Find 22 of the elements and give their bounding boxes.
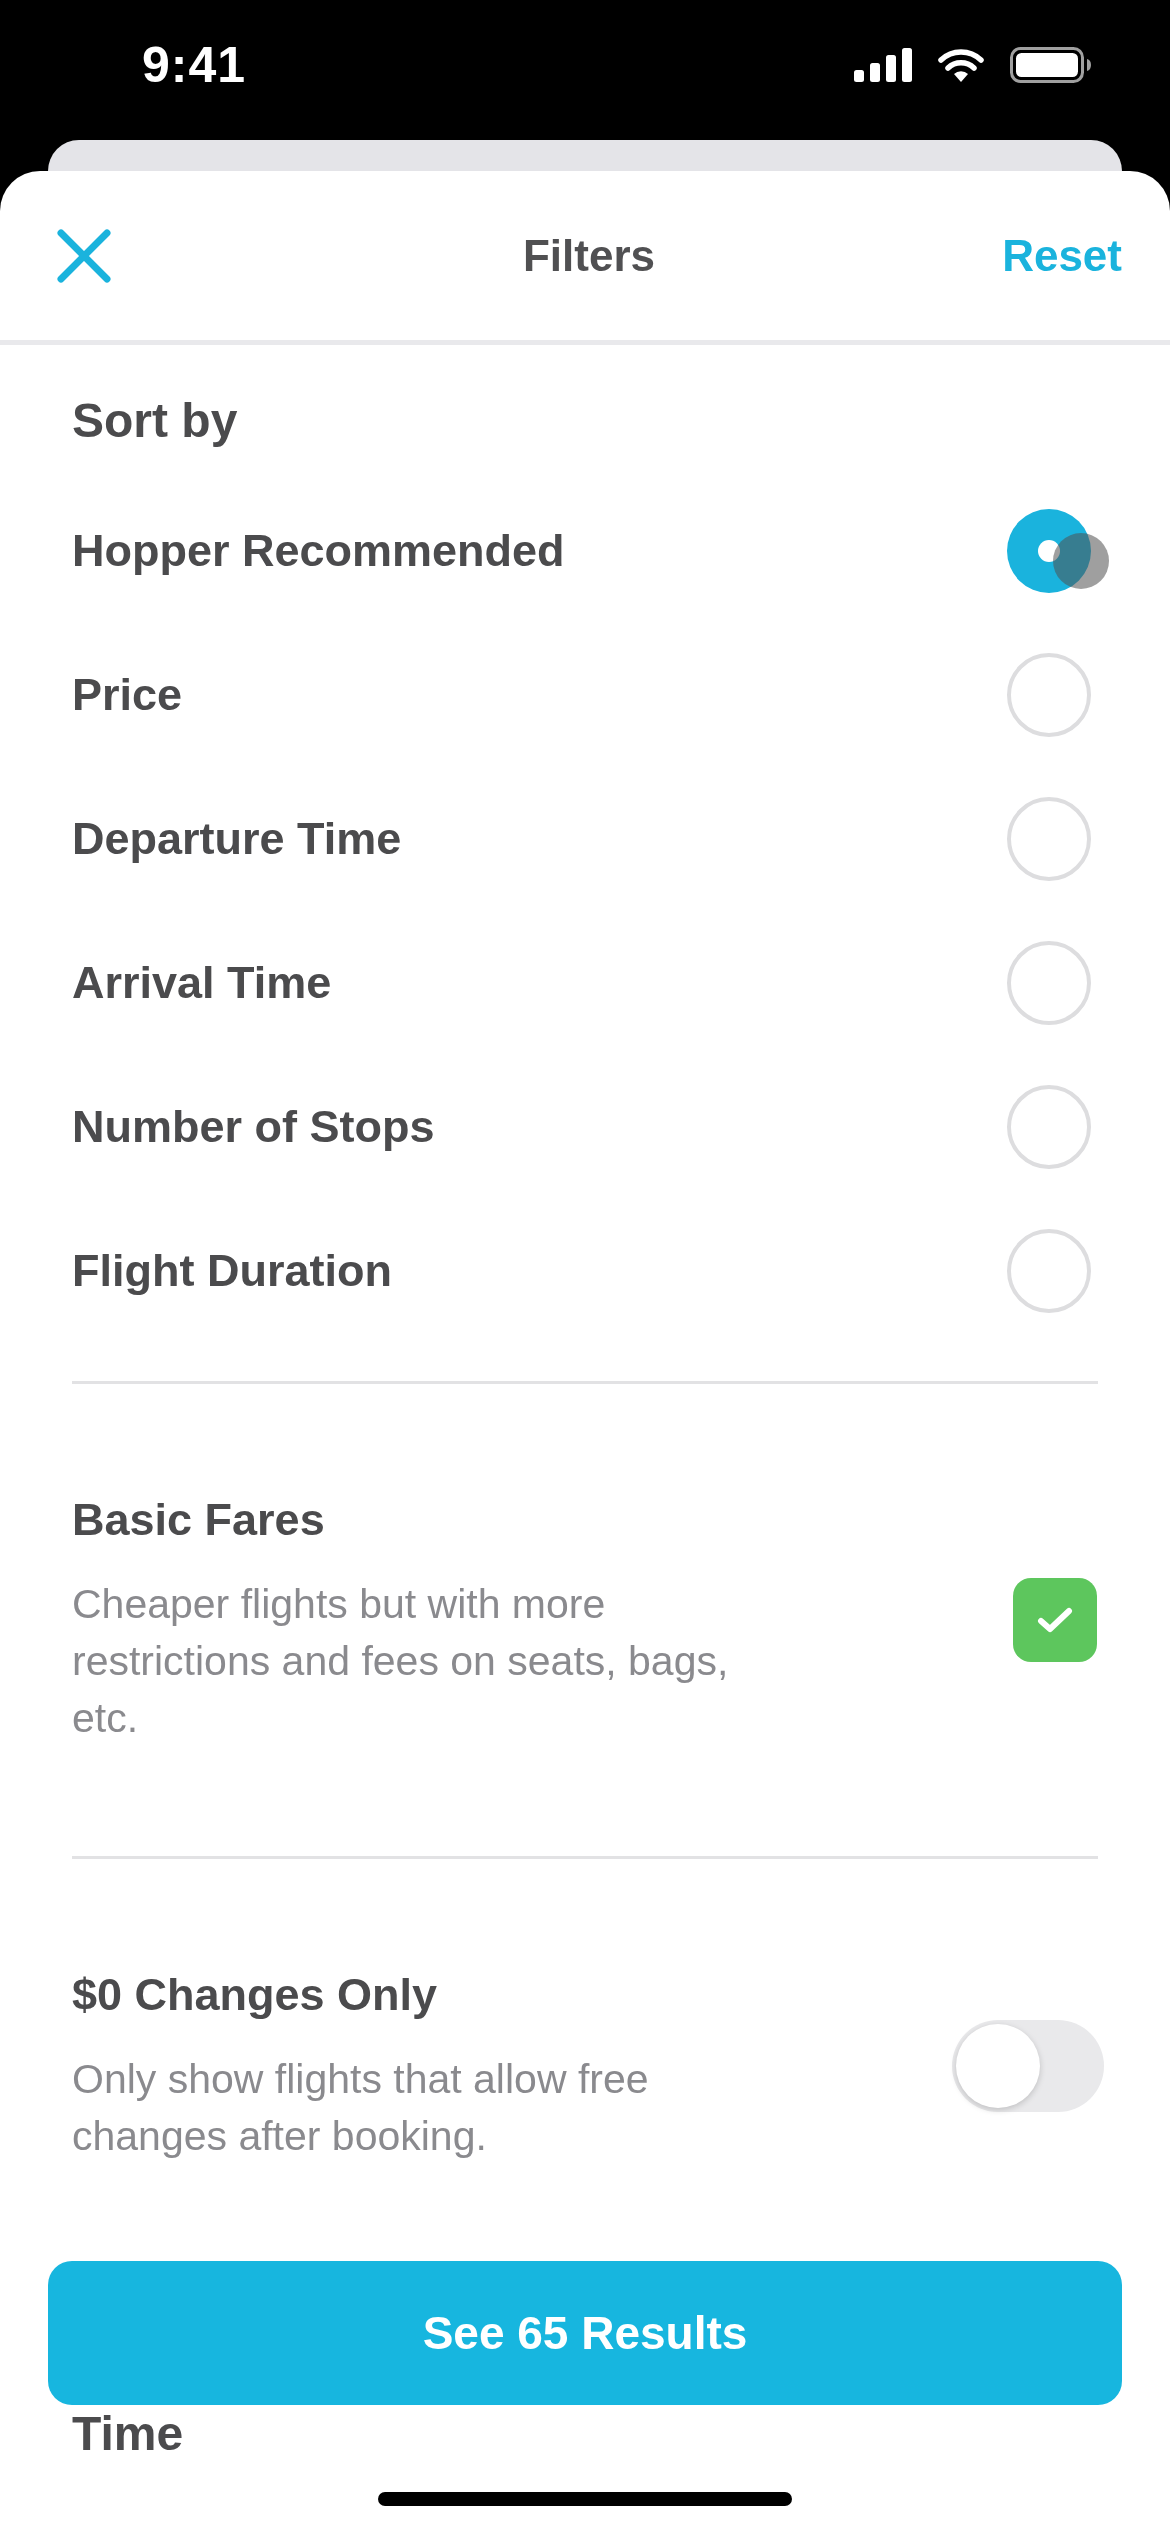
filter-description: Cheaper flights but with more restrictions and fees on seats, bags, etc. bbox=[72, 1580, 730, 1743]
status-time: 9:41 bbox=[142, 36, 247, 94]
signal-icon bbox=[854, 48, 912, 82]
sort-option-label: Number of Stops bbox=[72, 1101, 435, 1153]
sort-option-label: Hopper Recommended bbox=[72, 525, 565, 577]
filter-title: $0 Changes Only bbox=[72, 1968, 439, 2022]
sheet-title: Filters bbox=[522, 230, 655, 281]
sort-option-label: Departure Time bbox=[72, 813, 402, 865]
sort-option-label: Arrival Time bbox=[72, 957, 332, 1009]
sort-option-label: Flight Duration bbox=[72, 1245, 392, 1297]
close-icon[interactable] bbox=[56, 227, 112, 284]
filter-title: Basic Fares bbox=[72, 1493, 326, 1547]
see-results-button[interactable]: See 65 Results bbox=[48, 2261, 1122, 2405]
sort-option-label: Price bbox=[72, 669, 183, 721]
reset-button[interactable]: Reset bbox=[1002, 230, 1122, 281]
battery-icon bbox=[1010, 47, 1092, 83]
section-title: Sort by bbox=[72, 393, 239, 449]
wifi-icon bbox=[938, 48, 984, 82]
filter-description: Only show flights that allow free changes after booking. bbox=[72, 2055, 650, 2161]
section-title: Time bbox=[72, 2408, 185, 2460]
checkbox[interactable] bbox=[1013, 1577, 1097, 1662]
checkmark-icon bbox=[1037, 1605, 1073, 1634]
